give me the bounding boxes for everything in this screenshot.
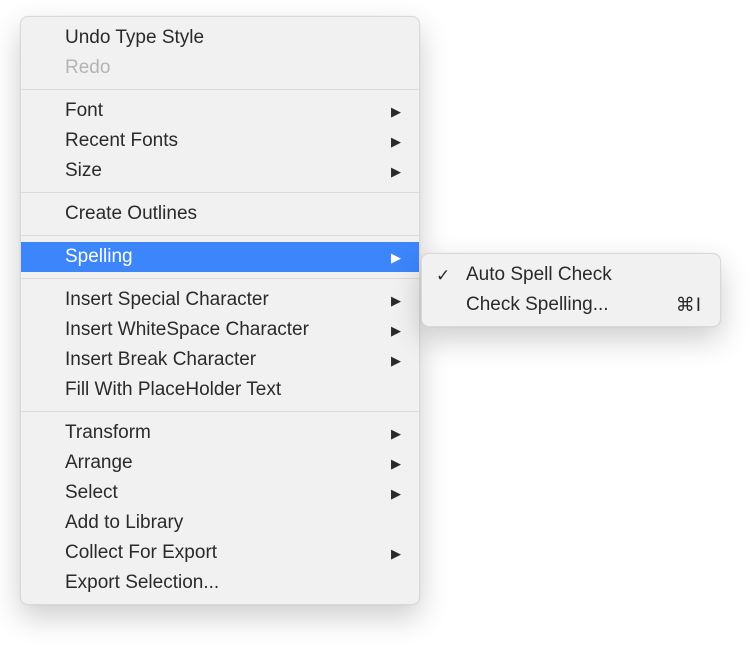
menu-item-insert-break-character[interactable]: Insert Break Character ▶ xyxy=(21,345,419,375)
submenu-arrow-icon: ▶ xyxy=(391,324,401,337)
menu-item-collect-for-export[interactable]: Collect For Export ▶ xyxy=(21,538,419,568)
menu-item-label: Check Spelling... xyxy=(466,294,662,316)
menu-separator xyxy=(21,89,419,90)
menu-item-label: Undo Type Style xyxy=(65,27,401,49)
submenu-item-check-spelling[interactable]: Check Spelling... ⌘I xyxy=(422,290,720,320)
menu-item-create-outlines[interactable]: Create Outlines xyxy=(21,199,419,229)
menu-item-label: Add to Library xyxy=(65,512,401,534)
menu-item-label: Redo xyxy=(65,57,401,79)
submenu-arrow-icon: ▶ xyxy=(391,135,401,148)
menu-item-label: Auto Spell Check xyxy=(466,264,702,286)
menu-separator xyxy=(21,192,419,193)
menu-item-recent-fonts[interactable]: Recent Fonts ▶ xyxy=(21,126,419,156)
menu-item-label: Arrange xyxy=(65,452,381,474)
menu-item-transform[interactable]: Transform ▶ xyxy=(21,418,419,448)
menu-separator xyxy=(21,278,419,279)
menu-item-redo: Redo xyxy=(21,53,419,83)
menu-item-arrange[interactable]: Arrange ▶ xyxy=(21,448,419,478)
menu-item-fill-with-placeholder-text[interactable]: Fill With PlaceHolder Text xyxy=(21,375,419,405)
menu-item-select[interactable]: Select ▶ xyxy=(21,478,419,508)
menu-item-label: Spelling xyxy=(65,246,381,268)
submenu-arrow-icon: ▶ xyxy=(391,105,401,118)
submenu-arrow-icon: ▶ xyxy=(391,547,401,560)
menu-item-label: Export Selection... xyxy=(65,572,401,594)
menu-separator xyxy=(21,411,419,412)
menu-item-label: Insert WhiteSpace Character xyxy=(65,319,381,341)
menu-item-insert-whitespace-character[interactable]: Insert WhiteSpace Character ▶ xyxy=(21,315,419,345)
keyboard-shortcut: ⌘I xyxy=(676,294,702,317)
menu-item-label: Select xyxy=(65,482,381,504)
submenu-arrow-icon: ▶ xyxy=(391,354,401,367)
menu-item-insert-special-character[interactable]: Insert Special Character ▶ xyxy=(21,285,419,315)
menu-item-undo[interactable]: Undo Type Style xyxy=(21,23,419,53)
spelling-submenu: ✓ Auto Spell Check Check Spelling... ⌘I xyxy=(421,253,721,327)
menu-item-label: Create Outlines xyxy=(65,203,401,225)
submenu-arrow-icon: ▶ xyxy=(391,427,401,440)
submenu-arrow-icon: ▶ xyxy=(391,487,401,500)
menu-item-label: Insert Special Character xyxy=(65,289,381,311)
menu-item-size[interactable]: Size ▶ xyxy=(21,156,419,186)
menu-item-label: Size xyxy=(65,160,381,182)
menu-item-export-selection[interactable]: Export Selection... xyxy=(21,568,419,598)
submenu-arrow-icon: ▶ xyxy=(391,457,401,470)
context-menu: Undo Type Style Redo Font ▶ Recent Fonts… xyxy=(20,16,420,605)
submenu-arrow-icon: ▶ xyxy=(391,251,401,264)
menu-item-spelling[interactable]: Spelling ▶ xyxy=(21,242,419,272)
menu-item-add-to-library[interactable]: Add to Library xyxy=(21,508,419,538)
submenu-item-auto-spell-check[interactable]: ✓ Auto Spell Check xyxy=(422,260,720,290)
menu-item-label: Recent Fonts xyxy=(65,130,381,152)
menu-item-label: Transform xyxy=(65,422,381,444)
checkmark-icon: ✓ xyxy=(436,267,450,284)
menu-item-label: Font xyxy=(65,100,381,122)
menu-item-label: Insert Break Character xyxy=(65,349,381,371)
menu-item-font[interactable]: Font ▶ xyxy=(21,96,419,126)
menu-item-label: Fill With PlaceHolder Text xyxy=(65,379,401,401)
menu-item-label: Collect For Export xyxy=(65,542,381,564)
submenu-arrow-icon: ▶ xyxy=(391,294,401,307)
submenu-arrow-icon: ▶ xyxy=(391,165,401,178)
menu-separator xyxy=(21,235,419,236)
